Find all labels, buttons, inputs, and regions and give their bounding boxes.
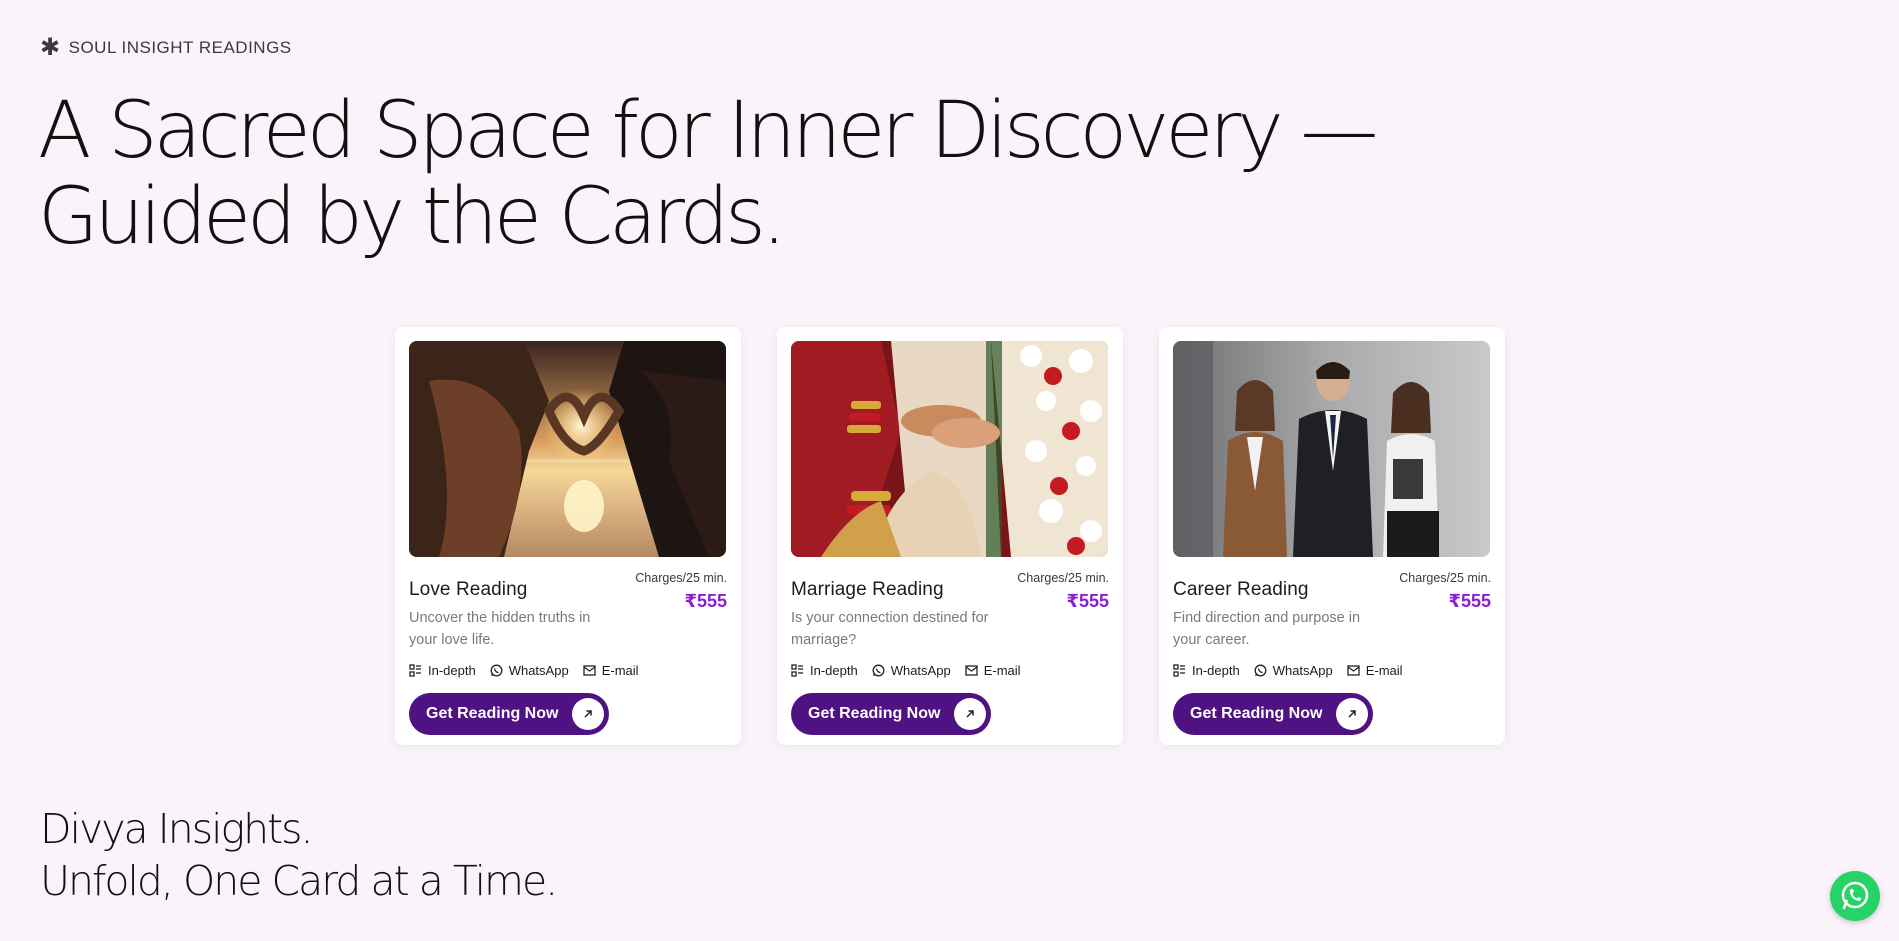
charges-label: Charges/25 min. bbox=[1399, 571, 1491, 585]
brand-eyebrow-text: SOUL INSIGHT READINGS bbox=[68, 38, 292, 57]
feature-label: WhatsApp bbox=[1272, 663, 1333, 678]
card-pricing: Charges/25 min. ₹555 bbox=[1017, 571, 1109, 651]
feature-label: WhatsApp bbox=[890, 663, 951, 678]
mail-icon bbox=[583, 665, 596, 676]
charges-label: Charges/25 min. bbox=[1017, 571, 1109, 585]
arrow-up-right-icon bbox=[1336, 698, 1368, 730]
hero-title: A Sacred Space for Inner Discovery — Gui… bbox=[38, 88, 1438, 260]
footer-heading: Divya Insights. Unfold, One Card at a Ti… bbox=[40, 803, 558, 907]
card-title: Love Reading bbox=[409, 579, 528, 600]
list-grid-icon bbox=[409, 664, 421, 677]
feature-list: In-depth WhatsApp E-mail bbox=[409, 663, 727, 678]
card-love-reading: Love Reading Uncover the hidden truths i… bbox=[395, 327, 741, 745]
footer-line2: Unfold, One Card at a Time. bbox=[40, 857, 558, 905]
whatsapp-icon bbox=[1254, 664, 1267, 677]
whatsapp-icon bbox=[1841, 881, 1869, 910]
card-text: Marriage Reading Is your connection dest… bbox=[791, 571, 996, 651]
feature-label: E-mail bbox=[601, 663, 639, 678]
feature-label: In-depth bbox=[428, 663, 476, 678]
feature-label: In-depth bbox=[810, 663, 858, 678]
card-info: Marriage Reading Is your connection dest… bbox=[791, 571, 1109, 651]
card-pricing: Charges/25 min. ₹555 bbox=[635, 571, 727, 651]
whatsapp-chat-button[interactable] bbox=[1830, 871, 1880, 921]
feature-list: In-depth WhatsApp E-mail bbox=[791, 663, 1109, 678]
card-title: Career Reading bbox=[1173, 579, 1309, 600]
page: ✱ SOUL INSIGHT READINGS A Sacred Space f… bbox=[0, 0, 1899, 941]
card-description: Is your connection destined for marriage… bbox=[791, 610, 989, 648]
card-text: Love Reading Uncover the hidden truths i… bbox=[409, 571, 614, 651]
whatsapp-icon bbox=[490, 664, 503, 677]
feature-label: In-depth bbox=[1192, 663, 1240, 678]
card-pricing: Charges/25 min. ₹555 bbox=[1399, 571, 1491, 651]
feature-label: WhatsApp bbox=[508, 663, 569, 678]
cta-label: Get Reading Now bbox=[1190, 705, 1323, 722]
price: ₹555 bbox=[684, 591, 727, 611]
asterisk-icon: ✱ bbox=[40, 34, 61, 61]
get-reading-now-button[interactable]: Get Reading Now bbox=[409, 693, 609, 735]
feature-whatsapp: WhatsApp bbox=[872, 663, 951, 678]
feature-email: E-mail bbox=[583, 663, 639, 678]
feature-email: E-mail bbox=[1347, 663, 1403, 678]
card-title: Marriage Reading bbox=[791, 579, 944, 600]
mail-icon bbox=[965, 665, 978, 676]
feature-label: E-mail bbox=[1365, 663, 1403, 678]
hero-title-line2: Guided by the Cards. bbox=[38, 172, 787, 262]
mail-icon bbox=[1347, 665, 1360, 676]
arrow-up-right-icon bbox=[572, 698, 604, 730]
couple-heart-sunset-image bbox=[409, 341, 726, 557]
feature-email: E-mail bbox=[965, 663, 1021, 678]
feature-whatsapp: WhatsApp bbox=[490, 663, 569, 678]
list-grid-icon bbox=[791, 664, 803, 677]
business-team-image bbox=[1173, 341, 1490, 557]
charges-label: Charges/25 min. bbox=[635, 571, 727, 585]
feature-whatsapp: WhatsApp bbox=[1254, 663, 1333, 678]
card-career-reading: Career Reading Find direction and purpos… bbox=[1159, 327, 1505, 745]
card-info: Career Reading Find direction and purpos… bbox=[1173, 571, 1491, 651]
price: ₹555 bbox=[1448, 591, 1491, 611]
card-description: Uncover the hidden truths in your love l… bbox=[409, 610, 591, 648]
footer-line1: Divya Insights. bbox=[40, 805, 314, 853]
feature-list: In-depth WhatsApp E-mail bbox=[1173, 663, 1491, 678]
feature-indepth: In-depth bbox=[1173, 663, 1240, 678]
cta-label: Get Reading Now bbox=[808, 705, 941, 722]
feature-indepth: In-depth bbox=[409, 663, 476, 678]
cta-label: Get Reading Now bbox=[426, 705, 559, 722]
card-text: Career Reading Find direction and purpos… bbox=[1173, 571, 1378, 651]
arrow-up-right-icon bbox=[954, 698, 986, 730]
card-marriage-reading: Marriage Reading Is your connection dest… bbox=[777, 327, 1123, 745]
get-reading-now-button[interactable]: Get Reading Now bbox=[791, 693, 991, 735]
brand-eyebrow: ✱ SOUL INSIGHT READINGS bbox=[40, 34, 292, 61]
whatsapp-icon bbox=[872, 664, 885, 677]
get-reading-now-button[interactable]: Get Reading Now bbox=[1173, 693, 1373, 735]
list-grid-icon bbox=[1173, 664, 1185, 677]
card-info: Love Reading Uncover the hidden truths i… bbox=[409, 571, 727, 651]
hero-title-line1: A Sacred Space for Inner Discovery — bbox=[38, 86, 1378, 176]
reading-cards: Love Reading Uncover the hidden truths i… bbox=[395, 327, 1505, 745]
wedding-hands-image bbox=[791, 341, 1108, 557]
price: ₹555 bbox=[1066, 591, 1109, 611]
feature-label: E-mail bbox=[983, 663, 1021, 678]
card-description: Find direction and purpose in your caree… bbox=[1173, 610, 1361, 648]
feature-indepth: In-depth bbox=[791, 663, 858, 678]
